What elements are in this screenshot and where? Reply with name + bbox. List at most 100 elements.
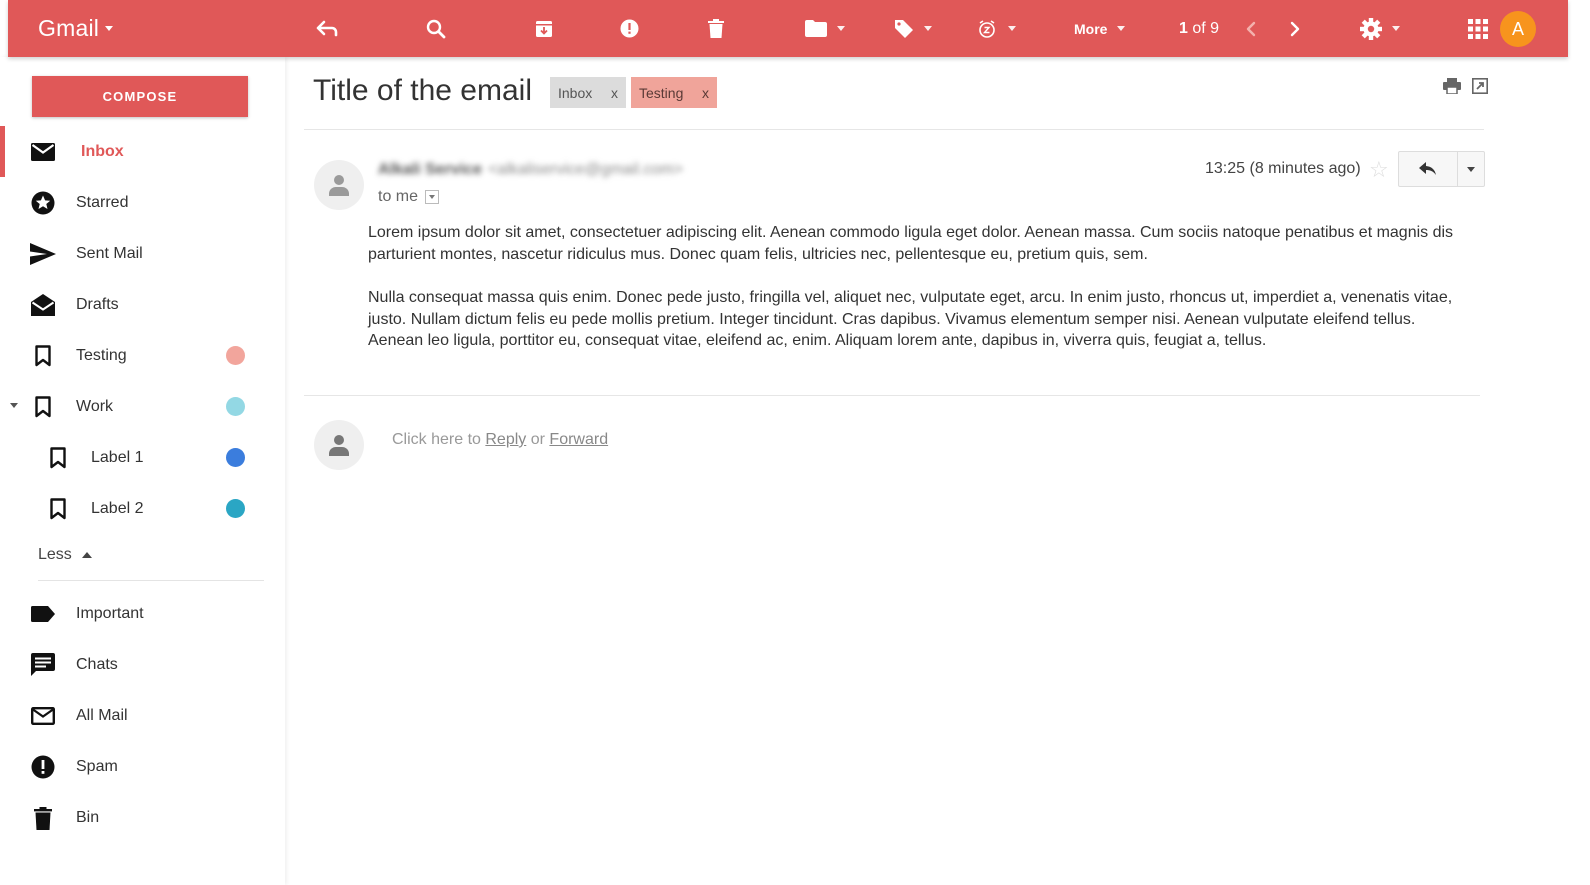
sidebar-divider [38,580,264,581]
header-divider [304,129,1484,130]
tag-icon [895,19,913,38]
star-toggle-icon[interactable]: ☆ [1369,157,1389,183]
sidebar-item-label: Bin [76,808,100,826]
account-avatar[interactable]: A [1500,11,1536,47]
pagination-info: 1 of 9 [1179,0,1219,57]
send-icon [30,241,56,267]
chevron-down-icon [105,26,114,31]
sidebar-item-label: Work [76,397,114,415]
sidebar-item-important[interactable]: Important [0,588,285,639]
sidebar-item-label-2[interactable]: Label 2 [0,483,285,534]
sidebar-item-testing[interactable]: Testing [0,330,285,381]
prev-page-icon[interactable] [1246,0,1256,57]
sender-email: <alkaliservice@gmail.com> [488,161,684,178]
archive-icon[interactable] [535,0,553,57]
recipient-text: to me [378,188,419,205]
sidebar-item-label: Testing [76,346,127,364]
search-icon[interactable] [426,0,446,57]
sidebar-item-label: Sent Mail [76,244,143,262]
sidebar-item-inbox[interactable]: Inbox [0,126,285,177]
gear-icon [1360,17,1382,40]
label-color-dot [226,499,245,518]
sidebar-item-sent-mail[interactable]: Sent Mail [0,228,285,279]
important-icon [30,601,56,627]
label-color-dot [226,448,245,467]
labels-button[interactable] [894,0,932,57]
label-chip-inbox: Inbox x [550,77,626,108]
chevron-down-icon [1392,26,1400,31]
apps-grid-icon[interactable] [1468,0,1488,57]
person-icon [329,435,349,456]
my-avatar [314,420,364,470]
snooze-button[interactable] [978,0,1016,57]
report-spam-icon[interactable] [620,0,639,57]
sidebar-item-all-mail[interactable]: All Mail [0,690,285,741]
reply-button[interactable] [1398,151,1458,187]
label-icon [45,496,71,522]
chat-icon [30,652,56,678]
label-chip-text: Inbox [558,84,593,101]
label-icon [30,394,56,420]
sender-name: Alkali Service <alkaliservice@gmail.com> [378,161,683,179]
person-icon [329,175,349,196]
sidebar-item-label: Label 2 [91,499,144,517]
less-label: Less [38,546,72,563]
avatar-letter: A [1511,18,1524,39]
top-toolbar: Gmail More 1 of 9 A [8,0,1568,57]
sidebar-item-bin[interactable]: Bin [0,792,285,843]
sidebar-item-starred[interactable]: Starred [0,177,285,228]
reply-prefix: Click here to [392,431,481,448]
show-details-toggle[interactable] [425,190,440,204]
sidebar-item-label: Drafts [76,295,119,313]
email-body-paragraph: Nulla consequat massa quis enim. Donec p… [368,289,1453,350]
chevron-down-icon [1467,166,1475,172]
settings-button[interactable] [1360,0,1400,57]
expand-arrow-icon[interactable] [10,403,18,408]
back-arrow-icon[interactable] [316,0,338,57]
sender-display-name: Alkali Service [378,161,483,178]
label-color-dot [226,346,245,365]
sidebar-item-label: Inbox [81,142,124,160]
folder-icon [805,20,827,37]
drafts-icon [30,292,56,318]
sidebar-item-label: Starred [76,193,129,211]
remove-label-button[interactable]: x [611,85,618,101]
chevron-down-icon [1008,26,1016,31]
next-page-icon[interactable] [1290,0,1300,57]
chevron-down-icon [429,195,436,199]
move-to-folder-button[interactable] [805,0,845,57]
print-icon[interactable] [1442,76,1462,96]
app-switcher-menu[interactable]: Gmail [38,0,114,57]
spam-icon [30,754,56,780]
sidebar-item-chats[interactable]: Chats [0,639,285,690]
reply-or: or [530,431,545,448]
sidebar-item-label: Label 1 [91,448,144,466]
forward-link[interactable]: Forward [549,431,608,448]
sidebar-item-work[interactable]: Work [0,381,285,432]
label-color-dot [226,397,245,416]
sidebar-item-label: Important [76,604,144,622]
chevron-down-icon [1117,26,1126,31]
email-body-paragraph: Lorem ipsum dolor sit amet, consectetuer… [368,224,1454,263]
trash-icon [30,805,56,831]
brand-label: Gmail [38,15,100,41]
recipient-details[interactable]: to me [378,188,440,206]
more-actions-button[interactable] [1457,151,1485,187]
sidebar-item-label-1[interactable]: Label 1 [0,432,285,483]
label-chip-text: Testing [639,84,684,101]
show-less-toggle[interactable]: Less [38,546,92,564]
remove-label-button[interactable]: x [702,85,709,101]
label-icon [30,343,56,369]
more-label: More [1074,20,1108,37]
more-menu-button[interactable]: More [1074,0,1126,57]
delete-icon[interactable] [708,0,724,57]
page-total: of 9 [1192,19,1220,37]
open-in-new-window-icon[interactable] [1470,76,1490,96]
sidebar-item-drafts[interactable]: Drafts [0,279,285,330]
sidebar-item-label: Chats [76,655,118,673]
reply-link[interactable]: Reply [485,431,526,448]
compose-button[interactable]: COMPOSE [32,76,248,117]
sidebar-item-label: Spam [76,757,118,775]
sidebar-item-spam[interactable]: Spam [0,741,285,792]
chevron-up-icon [81,552,92,558]
